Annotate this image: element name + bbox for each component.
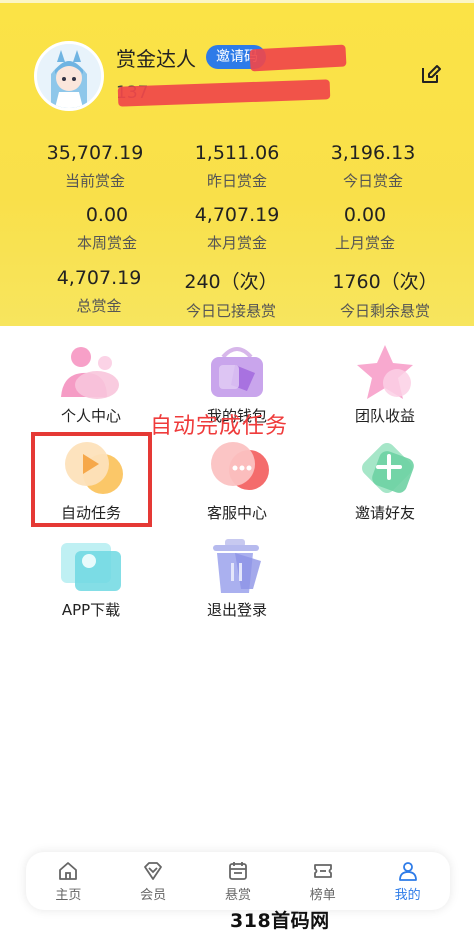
- menu-team-earnings[interactable]: 团队收益: [320, 343, 450, 426]
- plus-icon: [349, 440, 421, 500]
- ticket-icon: [313, 863, 332, 878]
- nav-member[interactable]: 会员: [118, 860, 188, 903]
- menu-label: 退出登录: [206, 601, 267, 619]
- stat-label: 昨日赏金: [206, 172, 267, 190]
- nav-bounty[interactable]: 悬赏: [203, 860, 273, 903]
- calendar-icon: [229, 861, 247, 880]
- home-icon: [59, 861, 78, 880]
- nav-mine[interactable]: 我的: [373, 860, 443, 903]
- stat-label: 上月赏金: [334, 234, 395, 252]
- stat-value: 1,511.06: [194, 142, 280, 164]
- stat-value: 1760（次）: [332, 271, 438, 293]
- menu-label: 邀请好友: [354, 504, 415, 522]
- menu-label: 个人中心: [60, 407, 121, 425]
- stat-label: 今日赏金: [342, 172, 403, 190]
- stat-week-bounty: 0.00 本周赏金: [32, 204, 182, 253]
- watermark: 318首码网 www.e318.com: [230, 910, 398, 935]
- nav-label: 会员: [140, 887, 167, 903]
- username: 赏金达人: [116, 47, 196, 71]
- stat-label: 本周赏金: [76, 234, 137, 252]
- stat-value: 0.00: [343, 204, 387, 226]
- wallet-icon: [201, 343, 273, 403]
- stat-total-bounty: 4,707.19 总赏金: [24, 267, 174, 316]
- trash-icon: [201, 537, 273, 597]
- stat-label: 当前赏金: [64, 172, 125, 190]
- edit-icon[interactable]: [420, 63, 442, 85]
- person-icon: [55, 343, 127, 403]
- menu-label: APP下载: [61, 601, 121, 619]
- annotation-text: 自动完成任务: [150, 414, 289, 439]
- stat-value: 4,707.19: [56, 267, 142, 289]
- bottom-nav: 主页 会员 悬赏 榜单 我的: [26, 852, 450, 910]
- stat-last-month-bounty: 0.00 上月赏金: [290, 204, 440, 253]
- stat-label: 今日剩余悬赏: [339, 302, 430, 320]
- nav-label: 榜单: [309, 887, 336, 903]
- menu-invite-friends[interactable]: 邀请好友: [320, 440, 450, 523]
- redaction-mark: [249, 44, 347, 72]
- nav-label: 主页: [55, 887, 82, 903]
- stat-label: 今日已接悬赏: [185, 302, 276, 320]
- redaction-mark: [117, 79, 331, 107]
- nav-home[interactable]: 主页: [33, 860, 103, 903]
- highlight-box: [31, 432, 152, 527]
- star-icon: [349, 343, 421, 403]
- stat-value: 35,707.19: [46, 142, 144, 164]
- menu-personal-center[interactable]: 个人中心: [26, 343, 156, 426]
- stat-today-accepted: 240（次） 今日已接悬赏: [156, 267, 306, 321]
- menu-label: 团队收益: [354, 407, 415, 425]
- profile-header: 赏金达人 邀请码 137 35,707.19 当前赏金 1,511.06 昨日赏…: [0, 0, 474, 326]
- avatar[interactable]: [34, 41, 104, 111]
- nav-label: 悬赏: [224, 887, 251, 903]
- stat-label: 总赏金: [76, 297, 122, 315]
- stat-value: 3,196.13: [330, 142, 416, 164]
- diamond-icon: [144, 861, 163, 880]
- nav-ranking[interactable]: 榜单: [288, 860, 358, 903]
- stat-yesterday-bounty: 1,511.06 昨日赏金: [162, 142, 312, 191]
- menu-customer-service[interactable]: 客服中心: [172, 440, 302, 523]
- stat-value: 0.00: [85, 204, 129, 226]
- menu-app-download[interactable]: APP下载: [26, 537, 156, 620]
- anime-avatar-icon: [37, 44, 101, 108]
- chat-icon: [201, 440, 273, 500]
- stat-current-bounty: 35,707.19 当前赏金: [20, 142, 170, 191]
- stat-value: 240（次）: [184, 271, 278, 293]
- stat-today-remaining: 1760（次） 今日剩余悬赏: [310, 267, 460, 321]
- download-icon: [55, 537, 127, 597]
- user-icon: [398, 861, 417, 881]
- nav-label: 我的: [394, 887, 421, 903]
- menu-logout[interactable]: 退出登录: [172, 537, 302, 620]
- stat-today-bounty: 3,196.13 今日赏金: [298, 142, 448, 191]
- menu-label: 客服中心: [206, 504, 267, 522]
